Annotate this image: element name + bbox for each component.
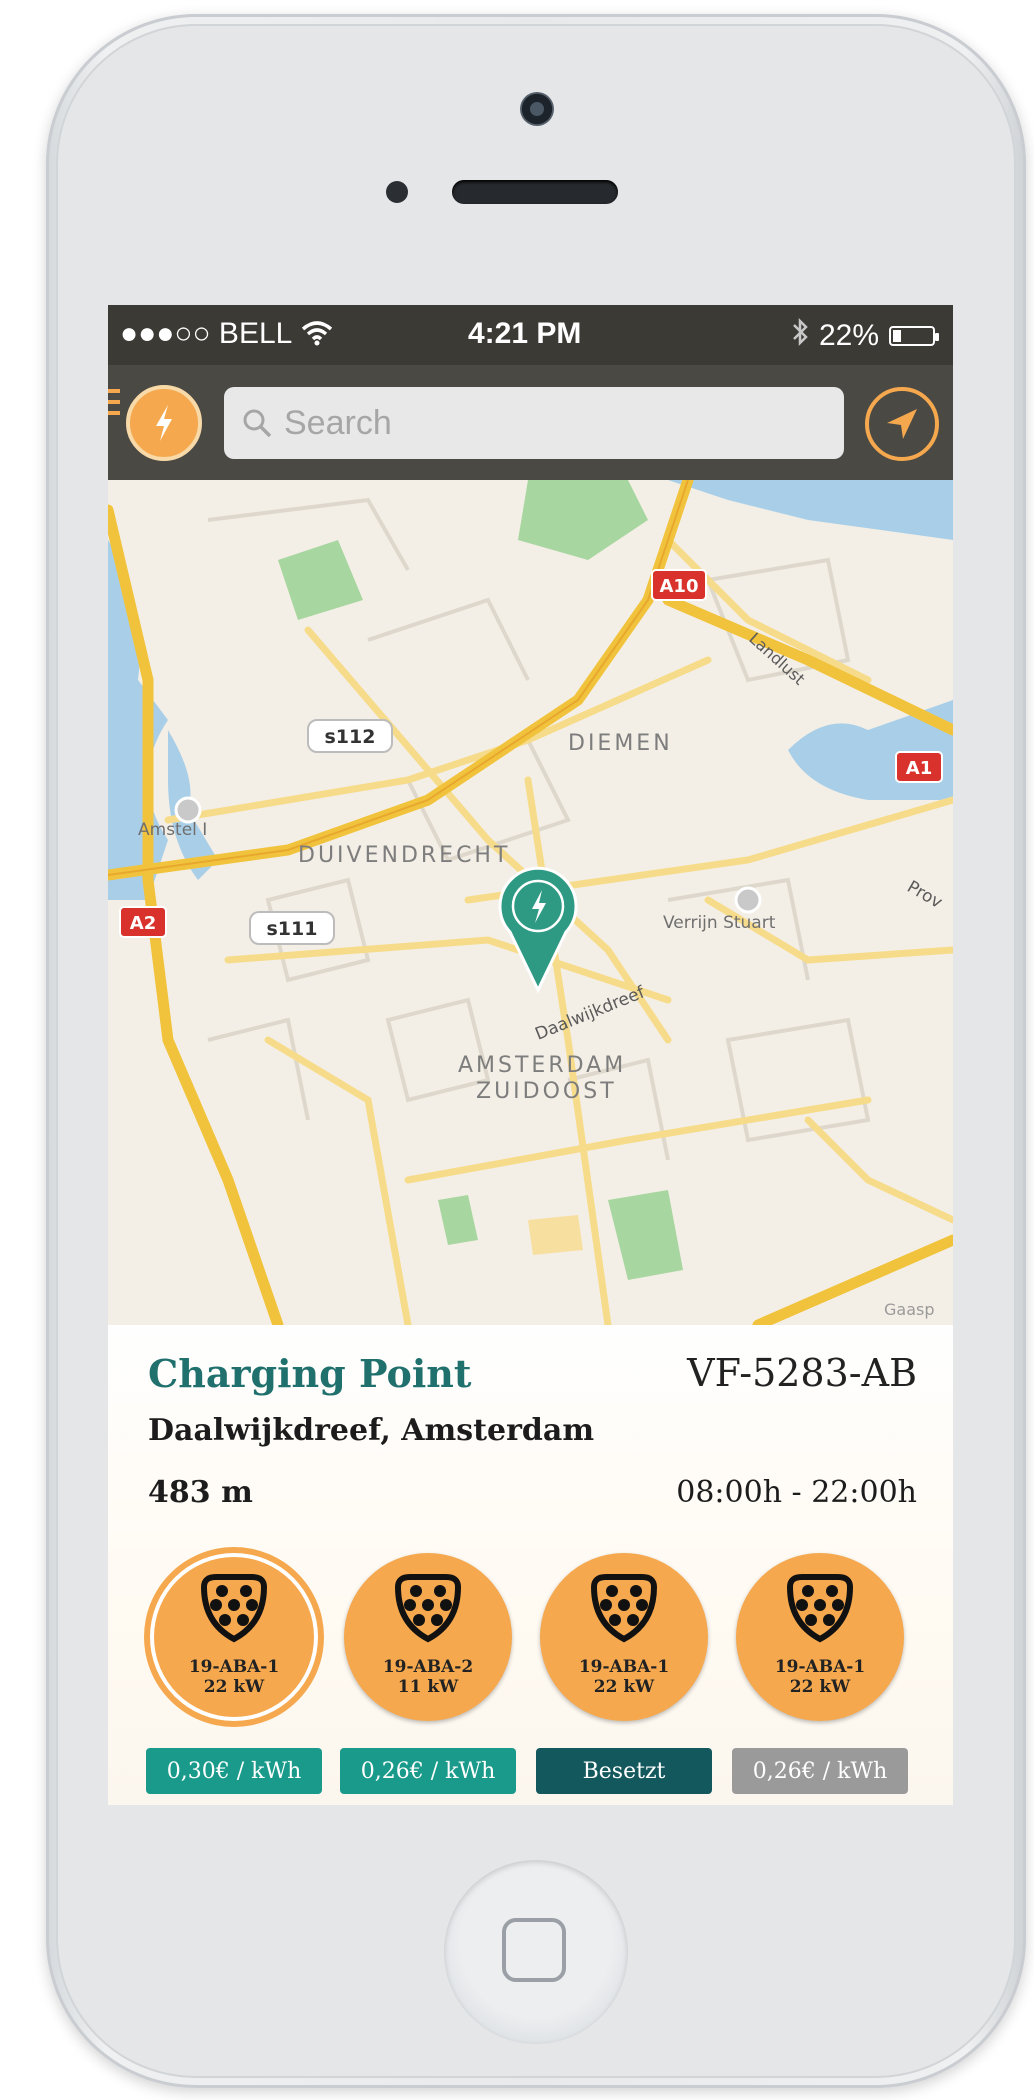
bolt-menu-button[interactable]	[126, 385, 202, 461]
connector-button[interactable]: 19-ABA-1 22 kW	[736, 1553, 904, 1721]
charging-point-id: VF-5283-AB	[687, 1351, 917, 1395]
clock: 4:21 PM	[468, 317, 582, 350]
map-label-zuidoost: ZUIDOOST	[476, 1079, 617, 1104]
svg-text:s111: s111	[267, 918, 318, 940]
poi-verrijn-icon[interactable]	[734, 886, 762, 914]
connector-button[interactable]: 19-ABA-1 22 kW	[540, 1553, 708, 1721]
connector-item[interactable]: 19-ABA-1 22 kW Besetzt	[536, 1553, 712, 1794]
proximity-sensor	[386, 181, 408, 203]
connector-power: 22 kW	[789, 1677, 851, 1697]
charging-point-distance: 483 m	[148, 1475, 253, 1510]
battery-fill	[893, 330, 901, 342]
connector-item[interactable]: 19-ABA-2 11 kW 0,26€ / kWh	[340, 1553, 516, 1794]
connector-code: 19-ABA-1	[188, 1657, 280, 1677]
connector-price-badge: 0,26€ / kWh	[340, 1748, 516, 1794]
connector-code: 19-ABA-1	[774, 1657, 866, 1677]
wifi-icon	[300, 317, 334, 350]
svg-text:A2: A2	[130, 913, 156, 934]
search-input[interactable]: Search	[224, 387, 844, 459]
search-placeholder: Search	[284, 403, 392, 442]
battery-percent: 22%	[818, 319, 879, 352]
home-button[interactable]	[444, 1860, 628, 2044]
poi-amstel-icon[interactable]	[174, 796, 202, 824]
carrier-text: ●●●○○ BELL	[120, 317, 292, 350]
connector-power: 22 kW	[593, 1677, 655, 1697]
home-square-icon	[502, 1918, 566, 1982]
svg-text:s112: s112	[325, 726, 376, 748]
type2-plug-icon	[786, 1574, 854, 1643]
connector-item[interactable]: 19-ABA-1 22 kW 0,30€ / kWh	[146, 1553, 322, 1794]
svg-text:A10: A10	[660, 576, 699, 597]
map-label-amstel: Amstel I	[138, 820, 207, 840]
charging-point-address: Daalwijkdreef, Amsterdam	[148, 1413, 595, 1448]
shield-s112: s112	[307, 719, 393, 753]
app-screen: ●●●○○ BELL 4:21 PM 22% Search DIEMEN DUI…	[108, 305, 953, 1805]
battery-icon	[889, 326, 939, 346]
connector-status-badge: Besetzt	[536, 1748, 712, 1794]
menu-handle-icon[interactable]	[108, 389, 120, 422]
status-right: 22%	[791, 317, 939, 355]
connector-power: 11 kW	[397, 1677, 459, 1697]
locate-me-button[interactable]	[865, 387, 939, 461]
status-bar: ●●●○○ BELL 4:21 PM 22%	[108, 305, 953, 365]
map-label-gaasp: Gaasp	[884, 1300, 935, 1319]
charging-point-title: Charging Point	[148, 1351, 472, 1396]
type2-plug-icon	[394, 1574, 462, 1643]
type2-plug-icon	[200, 1574, 268, 1643]
shield-a1: A1	[895, 751, 943, 783]
connector-code: 19-ABA-2	[382, 1657, 474, 1677]
earpiece-speaker	[452, 180, 618, 204]
connector-button[interactable]: 19-ABA-2 11 kW	[344, 1553, 512, 1721]
connector-power: 22 kW	[203, 1677, 265, 1697]
top-navbar: Search	[108, 365, 953, 480]
charging-point-panel: Charging Point VF-5283-AB Daalwijkdreef,…	[108, 1325, 953, 1805]
bluetooth-icon	[791, 317, 809, 355]
front-camera	[520, 92, 554, 126]
map-label-diemen: DIEMEN	[568, 731, 673, 756]
map-label-duivendrecht: DUIVENDRECHT	[298, 843, 510, 868]
search-icon	[243, 409, 272, 438]
bolt-icon	[156, 405, 172, 441]
map-label-verrijn: Verrijn Stuart	[663, 913, 776, 933]
svg-text:A1: A1	[906, 758, 932, 779]
location-arrow-icon	[887, 409, 917, 439]
connector-price-badge: 0,30€ / kWh	[146, 1748, 322, 1794]
map-view[interactable]: DIEMEN DUIVENDRECHT AMSTERDAM ZUIDOOST A…	[108, 480, 953, 1325]
shield-a2: A2	[119, 906, 167, 938]
carrier-label: ●●●○○ BELL	[120, 317, 334, 351]
connector-button[interactable]: 19-ABA-1 22 kW	[150, 1553, 318, 1721]
map-label-amsterdam: AMSTERDAM	[458, 1053, 626, 1078]
type2-plug-icon	[590, 1574, 658, 1643]
connector-price-badge: 0,26€ / kWh	[732, 1748, 908, 1794]
connector-code: 19-ABA-1	[578, 1657, 670, 1677]
charging-point-hours: 08:00h - 22:00h	[676, 1475, 917, 1510]
shield-a10: A10	[651, 569, 707, 601]
shield-s111: s111	[249, 911, 335, 945]
connector-item[interactable]: 19-ABA-1 22 kW 0,26€ / kWh	[732, 1553, 908, 1794]
connector-list: 19-ABA-1 22 kW 0,30€ / kWh 19-ABA-2 11 k…	[108, 1553, 953, 1794]
